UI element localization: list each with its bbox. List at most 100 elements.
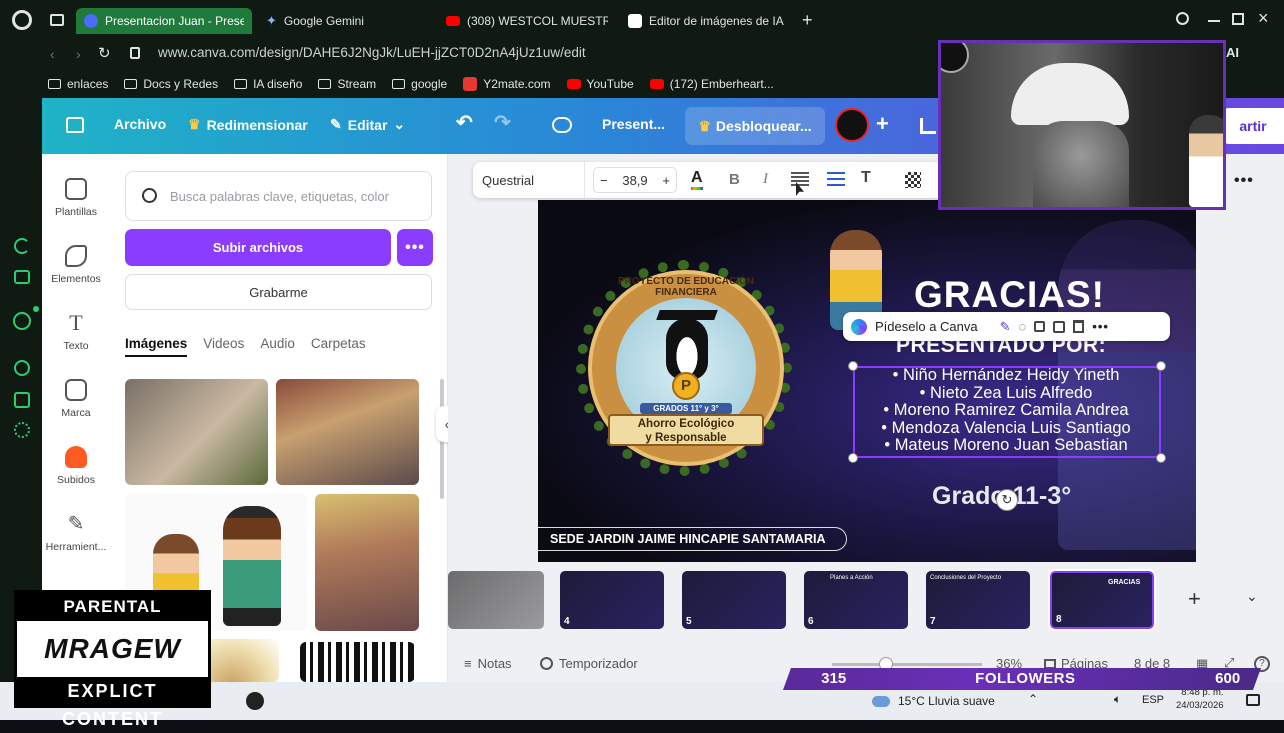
tab-overview-icon[interactable] bbox=[50, 14, 64, 26]
whatsapp-icon[interactable] bbox=[13, 312, 31, 330]
tab-images[interactable]: Imágenes bbox=[125, 336, 188, 357]
page-thumb-7[interactable]: Conclusiones del Proyecto 7 bbox=[926, 571, 1030, 629]
url-text[interactable]: www.canva.com/design/DAHE6J2NgJk/LuEH-jj… bbox=[158, 45, 586, 60]
duplicate-icon[interactable] bbox=[1053, 320, 1066, 333]
tab-gemini[interactable]: ✦ Google Gemini bbox=[258, 8, 428, 34]
page-thumb-6[interactable]: Planes a Acción 6 bbox=[804, 571, 908, 629]
notifications-icon[interactable] bbox=[1246, 694, 1260, 706]
bookmark-docs[interactable]: Docs y Redes bbox=[124, 77, 218, 91]
lock-icon[interactable] bbox=[1034, 321, 1046, 332]
nav-templates[interactable]: Plantillas bbox=[42, 178, 110, 218]
menu-file[interactable]: Archivo bbox=[114, 116, 166, 132]
opera-logo-icon[interactable] bbox=[12, 10, 32, 30]
slide-title[interactable]: GRACIAS! bbox=[914, 274, 1105, 316]
resize-handle[interactable] bbox=[1156, 361, 1166, 371]
redo-icon[interactable]: ↷ bbox=[494, 110, 511, 135]
image-thumbnail[interactable] bbox=[315, 494, 419, 631]
page-thumb-5[interactable]: 5 bbox=[682, 571, 786, 629]
font-size-control[interactable]: − 38,9 + bbox=[593, 167, 677, 193]
font-size-value[interactable]: 38,9 bbox=[622, 173, 647, 188]
footer-banner[interactable]: SEDE JARDIN JAIME HINCAPIE SANTAMARIA bbox=[538, 527, 847, 551]
timer-button[interactable]: Temporizador bbox=[540, 656, 638, 671]
reload-icon[interactable]: ↻ bbox=[98, 44, 111, 62]
settings-gear-icon[interactable] bbox=[14, 422, 30, 438]
unlock-button[interactable]: ♛ Desbloquear... bbox=[685, 107, 825, 145]
align-center-icon[interactable] bbox=[791, 172, 809, 186]
bookmark-y2mate[interactable]: Y2mate.com bbox=[463, 77, 551, 91]
notes-button[interactable]: ≡ Notas bbox=[464, 656, 512, 671]
extensions-icon[interactable] bbox=[14, 392, 30, 408]
text-spacing-icon[interactable]: T bbox=[861, 169, 871, 187]
crypto-wallet-icon[interactable] bbox=[14, 270, 30, 284]
bookmark-ia[interactable]: IA diseño bbox=[234, 77, 302, 91]
magic-write-icon[interactable]: ✎ bbox=[1000, 319, 1011, 335]
language-indicator[interactable]: ESP bbox=[1142, 694, 1164, 706]
design-title[interactable]: Present... bbox=[602, 116, 665, 132]
analytics-chart-icon[interactable] bbox=[920, 118, 936, 134]
more-dots-icon[interactable]: ••• bbox=[1092, 319, 1109, 334]
page-thumb-4[interactable]: 4 bbox=[560, 571, 664, 629]
nav-brand[interactable]: Marca bbox=[42, 379, 110, 419]
close-window-icon[interactable]: × bbox=[1258, 8, 1269, 29]
record-yourself-button[interactable]: Grabarme bbox=[125, 274, 432, 310]
forward-arrow-icon[interactable]: › bbox=[76, 46, 81, 62]
upload-more-button[interactable]: ••• bbox=[397, 229, 433, 266]
zoom-slider[interactable] bbox=[832, 657, 982, 671]
bookmark-enlaces[interactable]: enlaces bbox=[48, 77, 108, 91]
italic-icon[interactable]: I bbox=[763, 171, 768, 188]
history-icon[interactable] bbox=[14, 360, 30, 376]
more-options-icon[interactable]: ••• bbox=[1234, 172, 1254, 190]
tray-chevron-icon[interactable]: ⌃ bbox=[1028, 692, 1038, 706]
upload-files-button[interactable]: Subir archivos bbox=[125, 229, 391, 266]
resize-handle[interactable] bbox=[848, 453, 858, 463]
slide-canvas[interactable]: PROYECTO DE EDUCACIÓN FINANCIERA P GRADO… bbox=[538, 200, 1196, 562]
rotate-handle-icon[interactable]: ↻ bbox=[996, 489, 1018, 511]
bookmark-google[interactable]: google bbox=[392, 77, 447, 91]
bookmark-emberheart[interactable]: (172) Emberheart... bbox=[649, 77, 774, 91]
cloud-saved-icon[interactable] bbox=[552, 117, 572, 133]
tab-audio[interactable]: Audio bbox=[260, 336, 295, 357]
tab-youtube[interactable]: (308) WESTCOL MUESTR bbox=[438, 8, 616, 34]
back-arrow-icon[interactable]: ‹ bbox=[50, 46, 55, 62]
tab-editor-ia[interactable]: Editor de imágenes de IA bbox=[620, 8, 796, 34]
avatar[interactable] bbox=[835, 108, 869, 142]
resize-handle[interactable] bbox=[848, 361, 858, 371]
menu-edit[interactable]: ✎ Editar ⌄ bbox=[330, 116, 405, 133]
selection-box[interactable] bbox=[853, 366, 1161, 458]
image-thumbnail[interactable] bbox=[276, 379, 419, 485]
page-thumb-8[interactable]: GRACIAS 8 bbox=[1048, 569, 1156, 631]
increase-size-icon[interactable]: + bbox=[662, 173, 670, 188]
tab-folders[interactable]: Carpetas bbox=[311, 336, 366, 357]
delete-trash-icon[interactable] bbox=[1073, 320, 1085, 333]
tab-videos[interactable]: Videos bbox=[203, 336, 244, 357]
page-thumb-partial[interactable] bbox=[448, 571, 544, 629]
search-input[interactable]: Busca palabras clave, etiquetas, color bbox=[125, 171, 432, 221]
nav-elements[interactable]: Elementos bbox=[42, 245, 110, 285]
decrease-size-icon[interactable]: − bbox=[600, 173, 608, 188]
aria-icon[interactable] bbox=[14, 238, 30, 254]
comment-icon[interactable]: ◌ bbox=[1019, 319, 1027, 334]
image-thumbnail[interactable] bbox=[125, 379, 268, 485]
add-page-icon[interactable]: + bbox=[1188, 586, 1201, 612]
minimize-icon[interactable] bbox=[1208, 20, 1220, 22]
bullet-list-icon[interactable] bbox=[827, 172, 845, 186]
transparency-icon[interactable] bbox=[905, 172, 921, 188]
tab-canva[interactable]: Presentacion Juan - Prese bbox=[76, 8, 252, 34]
new-tab-icon[interactable]: + bbox=[802, 10, 813, 31]
bookmark-stream[interactable]: Stream bbox=[318, 77, 376, 91]
profile-partial-text[interactable]: AI bbox=[1226, 45, 1239, 60]
qr-code-image[interactable] bbox=[300, 642, 415, 682]
ask-canva-button[interactable]: Pídeselo a Canva bbox=[875, 319, 978, 334]
add-collaborator-icon[interactable]: + bbox=[876, 111, 889, 137]
undo-icon[interactable]: ↶ bbox=[456, 110, 473, 135]
bookmark-youtube[interactable]: YouTube bbox=[566, 77, 634, 91]
share-button[interactable]: artir bbox=[1222, 108, 1284, 144]
nav-uploads[interactable]: Subidos bbox=[42, 446, 110, 486]
weather-text[interactable]: 15°C Lluvia suave bbox=[898, 694, 995, 708]
home-icon[interactable] bbox=[66, 117, 84, 133]
bold-icon[interactable]: B bbox=[729, 171, 740, 188]
taskbar-app-icon[interactable] bbox=[246, 692, 264, 710]
search-tabs-icon[interactable] bbox=[1176, 12, 1189, 25]
menu-resize[interactable]: ♛ Redimensionar bbox=[188, 116, 308, 133]
resize-handle[interactable] bbox=[1156, 453, 1166, 463]
